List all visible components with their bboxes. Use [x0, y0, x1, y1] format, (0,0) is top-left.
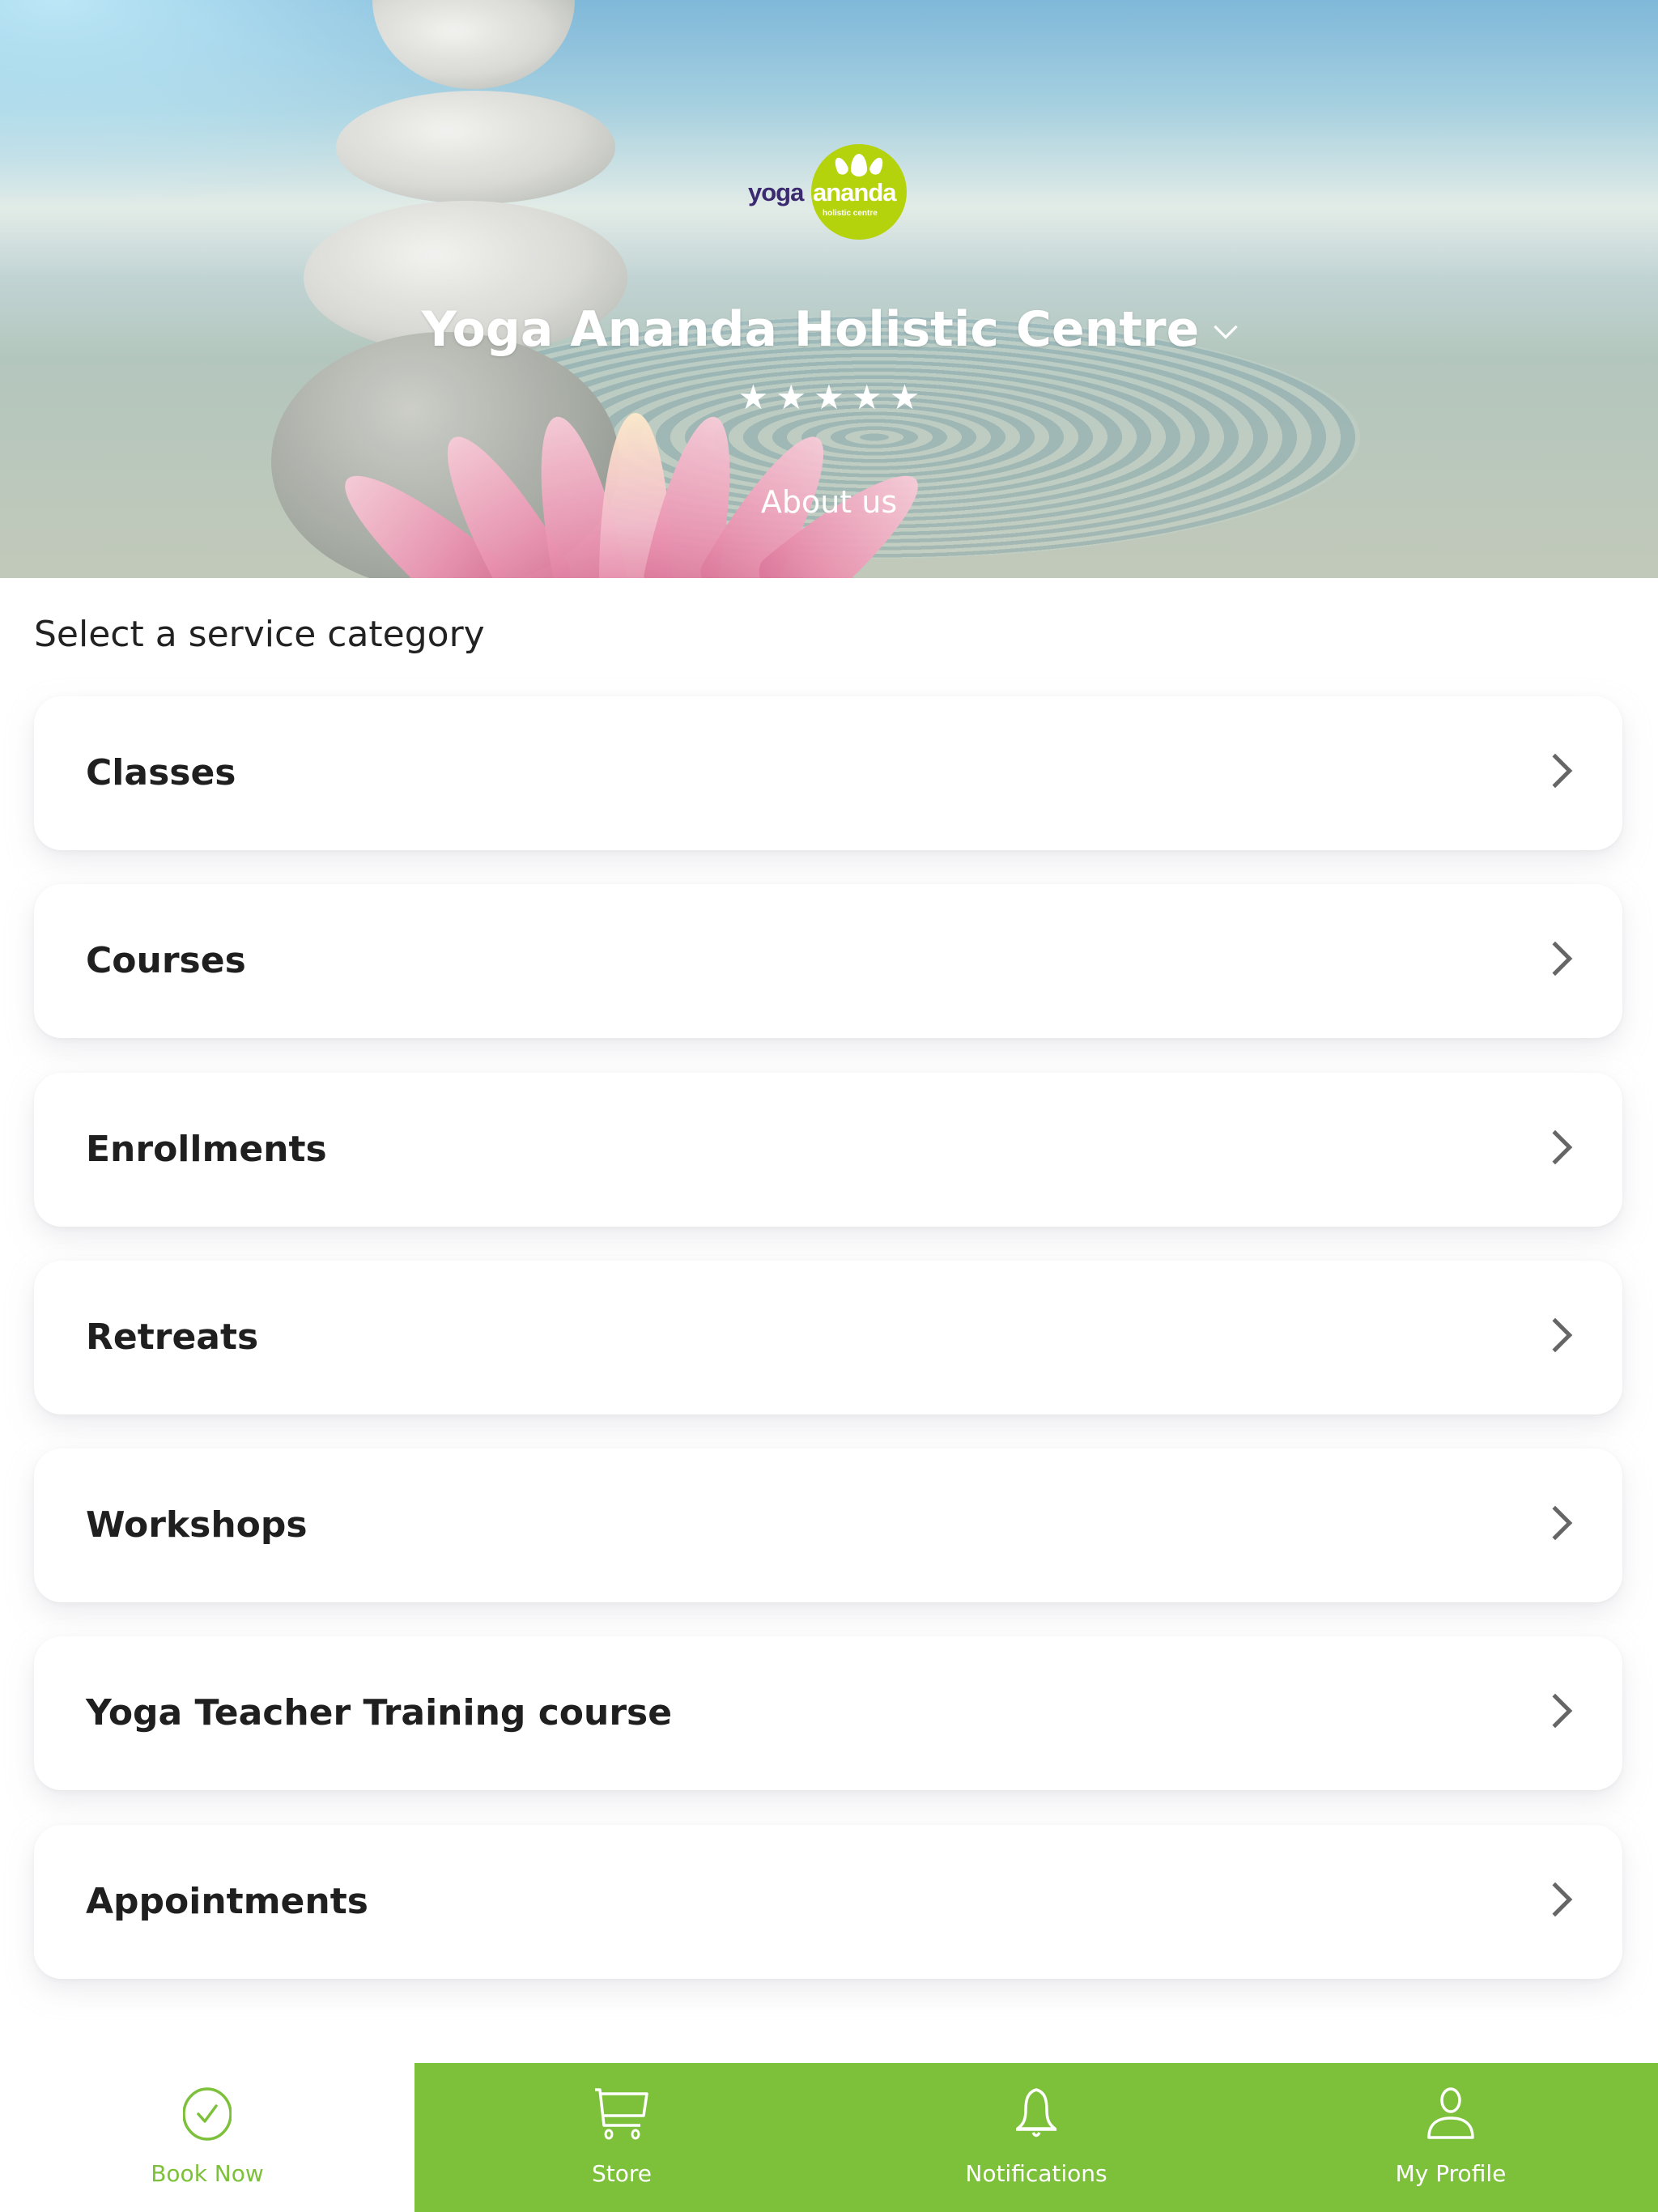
category-label: Appointments	[86, 1881, 368, 1922]
star-icon: ★	[738, 377, 769, 417]
rating-stars: ★ ★ ★ ★ ★	[0, 381, 1658, 415]
chevron-right-icon	[1537, 753, 1573, 789]
nav-store[interactable]: Store	[414, 2063, 829, 2212]
brand-logo: yoga ananda holistic centre	[745, 144, 907, 243]
nav-label: Book Now	[151, 2160, 264, 2187]
nav-label: Store	[591, 2160, 652, 2187]
nav-book-now[interactable]: Book Now	[0, 2063, 414, 2212]
check-circle-icon	[183, 2087, 232, 2141]
bottom-navigation: Book Now Store Notifications My Profile	[0, 2063, 1658, 2212]
business-title-dropdown[interactable]: Yoga Ananda Holistic Centre	[0, 301, 1658, 358]
category-card-enrollments[interactable]: Enrollments	[34, 1073, 1622, 1227]
nav-my-profile[interactable]: My Profile	[1244, 2063, 1658, 2212]
logo-word-ananda: ananda	[813, 178, 897, 206]
category-card-appointments[interactable]: Appointments	[34, 1825, 1622, 1979]
category-card-workshops[interactable]: Workshops	[34, 1448, 1622, 1602]
category-label: Courses	[86, 940, 246, 981]
star-icon: ★	[814, 377, 844, 417]
logo-tagline: holistic centre	[823, 209, 878, 218]
chevron-right-icon	[1537, 1882, 1573, 1917]
chevron-down-icon	[1214, 315, 1238, 339]
chevron-right-icon	[1537, 1129, 1573, 1165]
category-card-classes[interactable]: Classes	[34, 696, 1622, 850]
nav-notifications[interactable]: Notifications	[829, 2063, 1244, 2212]
chevron-right-icon	[1537, 1317, 1573, 1353]
bell-icon	[1016, 2088, 1056, 2138]
section-title: Select a service category	[34, 614, 485, 655]
star-icon: ★	[776, 377, 807, 417]
nav-label: My Profile	[1395, 2160, 1507, 2187]
category-label: Workshops	[86, 1504, 308, 1546]
star-icon: ★	[851, 377, 882, 417]
cart-icon	[595, 2088, 648, 2140]
about-us-link[interactable]: About us	[0, 484, 1658, 520]
hero-banner: yoga ananda holistic centre Yoga Ananda …	[0, 0, 1658, 578]
chevron-right-icon	[1537, 941, 1573, 976]
category-label: Retreats	[86, 1317, 259, 1358]
category-label: Yoga Teacher Training course	[86, 1692, 673, 1733]
category-card-yoga-teacher-training[interactable]: Yoga Teacher Training course	[34, 1636, 1622, 1790]
category-card-courses[interactable]: Courses	[34, 884, 1622, 1038]
category-label: Enrollments	[86, 1129, 327, 1170]
category-card-retreats[interactable]: Retreats	[34, 1261, 1622, 1414]
chevron-right-icon	[1537, 1505, 1573, 1541]
category-label: Classes	[86, 752, 236, 793]
user-icon	[1427, 2087, 1474, 2139]
chevron-right-icon	[1537, 1693, 1573, 1729]
business-title: Yoga Ananda Holistic Centre	[421, 301, 1200, 358]
nav-label: Notifications	[965, 2160, 1107, 2187]
logo-word-yoga: yoga	[748, 178, 804, 206]
star-icon: ★	[889, 377, 920, 417]
